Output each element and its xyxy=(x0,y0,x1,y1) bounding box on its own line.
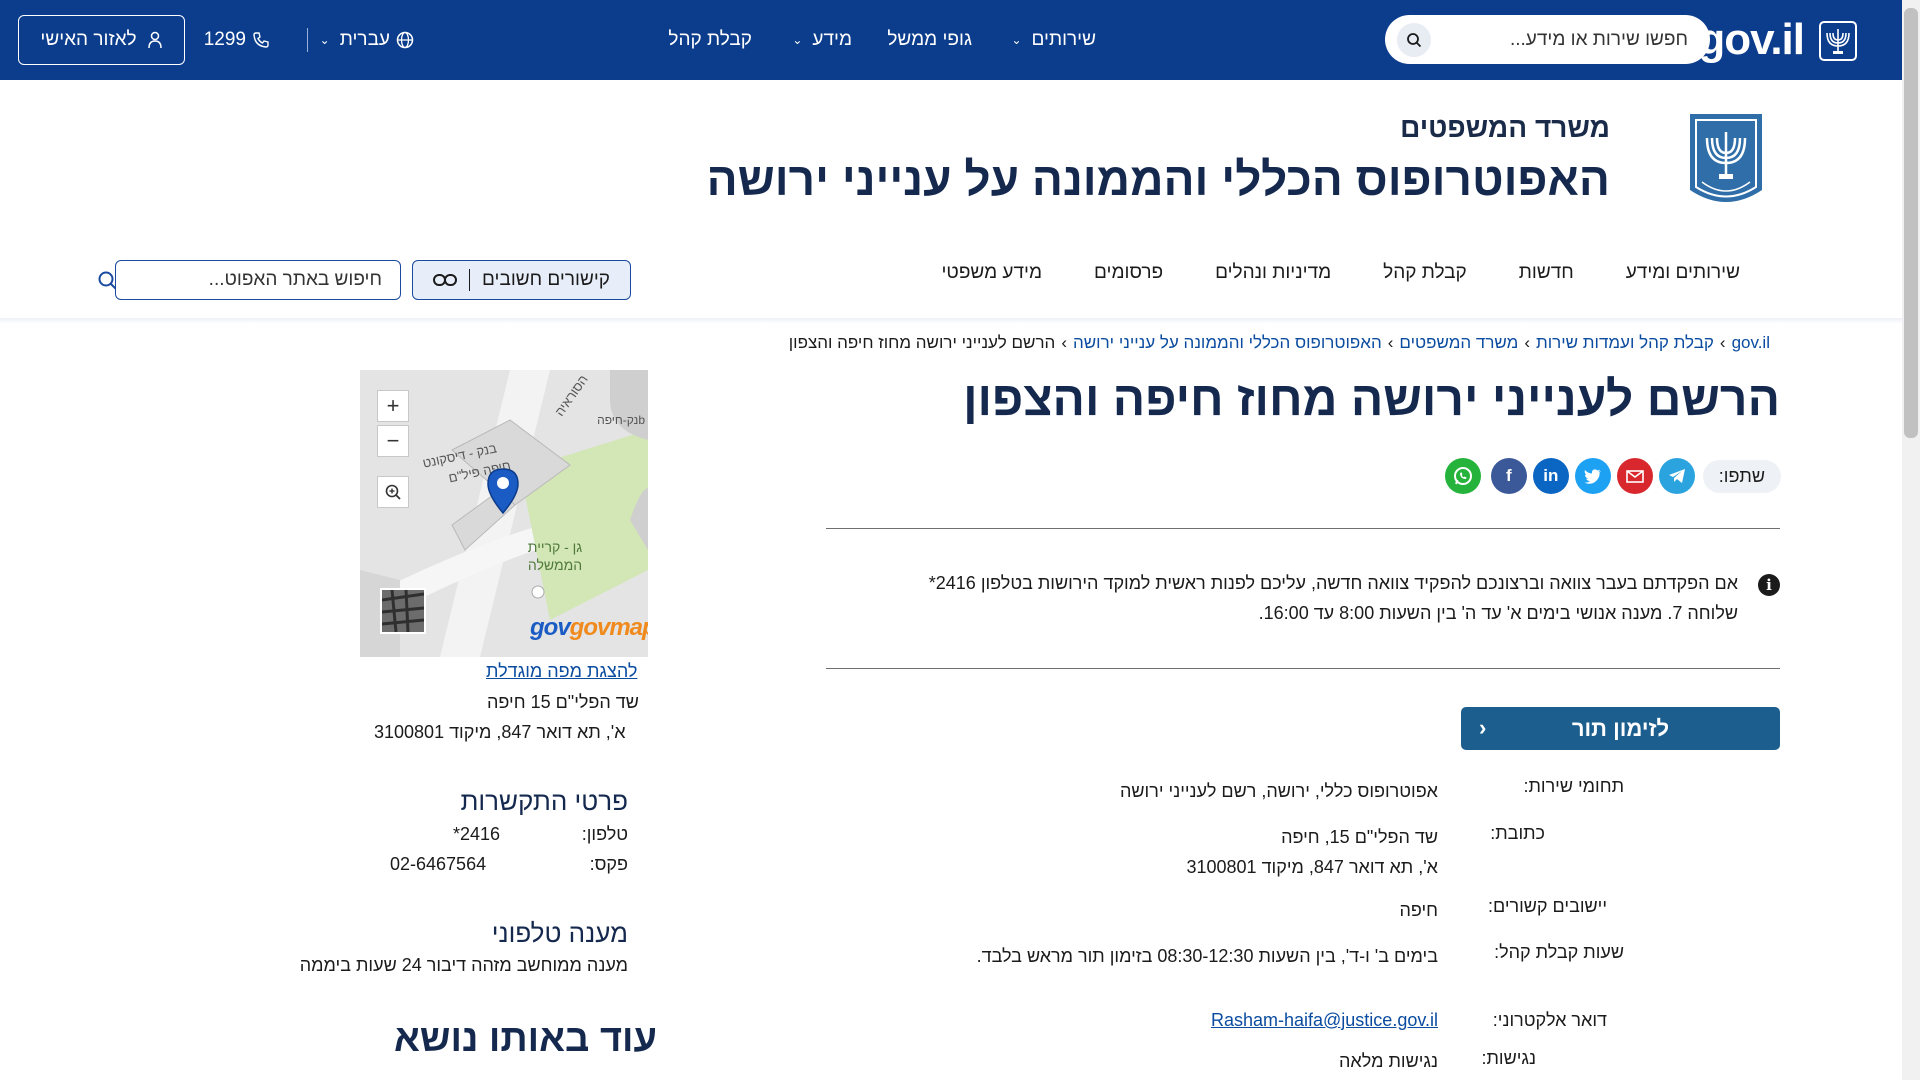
fax-label: פקס: xyxy=(589,854,628,874)
chevron-left-icon: › xyxy=(1387,333,1394,352)
share-bar: שתפו: in f xyxy=(1439,456,1781,496)
page-title: הרשם לענייני ירושה מחוז חיפה והצפון xyxy=(963,373,1780,426)
breadcrumb-unit[interactable]: האפוטרופוס הכללי והממונה על ענייני ירושה xyxy=(1073,333,1382,353)
phone-service-text: מענה ממוחשב מזהה דיבור 24 שעות ביממה xyxy=(299,955,628,975)
nav-policies[interactable]: מדיניות ונהלים xyxy=(1215,262,1331,284)
chevron-left-icon: › xyxy=(1061,333,1067,352)
facebook-icon[interactable]: f xyxy=(1490,458,1527,494)
scrollbar-thumb[interactable] xyxy=(1904,8,1918,438)
email-icon[interactable] xyxy=(1616,458,1653,494)
search-icon[interactable] xyxy=(97,270,117,290)
hours-label: שעות קבלת קהל: xyxy=(1494,942,1624,962)
nav-legal-info[interactable]: מידע משפטי xyxy=(941,262,1042,284)
chevron-left-icon: ‹ xyxy=(1479,715,1487,740)
twitter-icon[interactable] xyxy=(1574,458,1611,494)
hours-value: בימים ב' ו-ד', בין השעות 08:30-12:30 בזי… xyxy=(976,946,1438,966)
nav-services-info[interactable]: שירותים ומידע xyxy=(1626,262,1740,284)
address-line-2: א', תא דואר 847, מיקוד 3100801 xyxy=(1186,857,1438,877)
phone-icon xyxy=(252,31,270,49)
scrollbar[interactable] xyxy=(1902,0,1920,1080)
chevron-left-icon: › xyxy=(1524,333,1530,352)
linkedin-icon[interactable]: in xyxy=(1532,458,1569,494)
nav-publications[interactable]: פרסומים xyxy=(1094,262,1163,284)
divider xyxy=(469,269,471,291)
share-label: שתפו: xyxy=(1702,459,1781,493)
address-line-1: שד הפלי"ם 15, חיפה xyxy=(1281,827,1438,847)
telegram-icon[interactable] xyxy=(1658,458,1695,494)
service-areas-value: אפוטרופוס כללי, ירושה, רשם לענייני ירושה xyxy=(1120,781,1438,801)
sidebar-address-line-2: א', תא דואר 847, מיקוד 3100801 xyxy=(374,722,626,742)
state-emblem-icon[interactable] xyxy=(1686,110,1766,208)
whatsapp-icon[interactable] xyxy=(1444,458,1481,494)
notice-line-2: שלוחה 7. מענה אנושי בימים א' עד ה' בין ה… xyxy=(1258,603,1738,623)
email-label: דואר אלקטרוני: xyxy=(1492,1010,1607,1030)
satellite-layer-button[interactable] xyxy=(380,588,426,634)
chevron-down-icon: ⌄ xyxy=(319,33,330,47)
personal-area-button[interactable]: לאזור האישי xyxy=(18,15,185,65)
menorah-emblem-icon[interactable] xyxy=(1819,21,1857,61)
divider xyxy=(826,668,1780,669)
phone-1299[interactable]: 1299 xyxy=(204,0,270,80)
breadcrumb-ministry[interactable]: משרד המשפטים xyxy=(1399,333,1518,353)
main-navigation: שירותים ומידע חדשות קבלת קהל מדיניות ונה… xyxy=(889,262,1740,284)
chevron-down-icon: ⌄ xyxy=(1011,33,1022,47)
site-search xyxy=(98,260,401,300)
chevron-left-icon: › xyxy=(1719,333,1726,352)
site-search-input[interactable] xyxy=(137,269,382,291)
settlements-value: חיפה xyxy=(1399,900,1438,920)
nav-reception[interactable]: קבלת קהל xyxy=(668,0,752,80)
global-search xyxy=(1385,15,1710,64)
phone-label: טלפון: xyxy=(581,824,628,844)
map-label: גן - קריית הממשלה xyxy=(527,539,583,573)
email-link[interactable]: Rasham-haifa@justice.gov.il xyxy=(1211,1010,1438,1030)
sidebar-address-line-1: שד הפלי"ם 15 חיפה xyxy=(487,692,639,712)
nav-news[interactable]: חדשות xyxy=(1519,262,1574,284)
gov-il-logo[interactable]: gov.il xyxy=(1698,18,1805,62)
top-navigation-bar: gov.il שירותים⌄ גופי ממשל מידע⌄ קבלת קהל… xyxy=(0,0,1902,80)
globe-icon xyxy=(396,31,414,49)
chevron-down-icon: ⌄ xyxy=(792,33,803,47)
notice-line-1: אם הפקדתם בעבר צוואה וברצונכם להפקיד צוו… xyxy=(928,573,1738,593)
related-topics-title: עוד באותו נושא xyxy=(394,1018,658,1060)
breadcrumb: gov.il › קבלת קהל ועמדות שירות › משרד המ… xyxy=(789,333,1770,353)
zoom-out-button[interactable]: − xyxy=(377,425,409,457)
notice-box: i אם הפקדתם בעבר צוואה וברצונכם להפקיד צ… xyxy=(880,568,1780,628)
contact-title: פרטי התקשרות xyxy=(460,786,628,816)
divider xyxy=(826,528,1780,529)
appointment-button[interactable]: לזימון תור ‹ xyxy=(1461,707,1780,750)
breadcrumb-home[interactable]: gov.il xyxy=(1732,333,1770,353)
zoom-search-icon[interactable] xyxy=(377,476,409,508)
map-pin-icon[interactable] xyxy=(485,467,521,515)
site-title[interactable]: האפוטרופוס הכללי והממונה על ענייני ירושה xyxy=(707,152,1610,206)
phone-service-title: מענה טלפוני xyxy=(491,918,628,948)
settlements-label: יישובים קשורים: xyxy=(1487,896,1607,916)
language-selector[interactable]: עברית ⌄ xyxy=(320,0,414,80)
header-shadow xyxy=(0,318,1902,324)
nav-gov-bodies[interactable]: גופי ממשל xyxy=(887,0,972,80)
map-label: bנק-חיפה xyxy=(597,413,645,427)
nav-reception[interactable]: קבלת קהל xyxy=(1383,262,1467,284)
breadcrumb-reception[interactable]: קבלת קהל ועמדות שירות xyxy=(1536,333,1714,353)
phone-value[interactable]: 2416* xyxy=(453,824,500,845)
ministry-name[interactable]: משרד המשפטים xyxy=(1400,112,1610,144)
search-icon[interactable] xyxy=(1397,22,1431,57)
nav-services[interactable]: שירותים ⌄ xyxy=(1011,0,1096,80)
accessibility-value: נגישות מלאה xyxy=(1339,1051,1438,1071)
info-icon: i xyxy=(1758,574,1780,596)
link-icon xyxy=(433,273,458,287)
global-search-input[interactable] xyxy=(1431,28,1688,51)
breadcrumb-current: הרשם לענייני ירושה מחוז חיפה והצפון xyxy=(788,333,1056,352)
zoom-in-button[interactable]: + xyxy=(377,390,409,422)
address-label: כתובת: xyxy=(1490,823,1545,843)
user-icon xyxy=(147,31,163,49)
location-map[interactable]: הסוראיה בנק - דיסקונט חיפה פיל"ם גן - קר… xyxy=(360,370,648,657)
important-links-button[interactable]: קישורים חשובים xyxy=(412,260,631,300)
service-areas-label: תחומי שירות: xyxy=(1523,776,1624,796)
nav-info[interactable]: מידע ⌄ xyxy=(792,0,852,80)
accessibility-label: נגישות: xyxy=(1481,1048,1536,1068)
divider xyxy=(307,28,308,52)
fax-value: 02-6467564 xyxy=(390,854,487,874)
govmap-logo: govgovmap xyxy=(530,614,648,641)
enlarge-map-link[interactable]: להצגת מפה מוגדלת xyxy=(486,661,637,682)
